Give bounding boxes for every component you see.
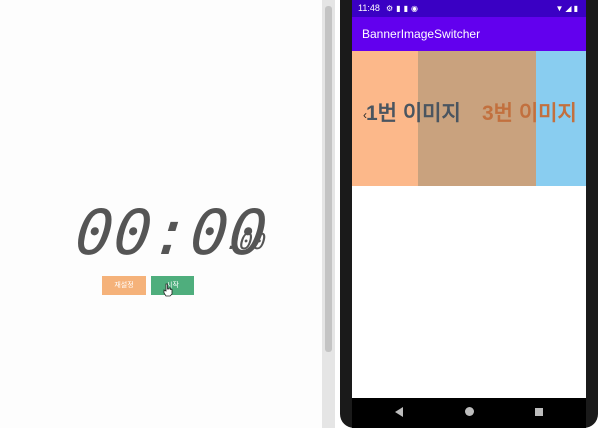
timer-centiseconds: .00 [224,230,268,255]
banner-prev-arrow-icon[interactable]: ‹ [363,109,367,121]
banner-slide-1-text: 1번 이미지 [366,102,461,125]
home-icon[interactable] [465,407,474,416]
recents-icon[interactable] [535,408,543,416]
scrollbar-thumb[interactable] [325,6,332,352]
banner-slide-3-text: 3번 이미지 [482,102,577,125]
hand-cursor-icon [163,283,173,297]
back-icon[interactable] [395,407,403,417]
banner-image-switcher[interactable]: 1번 이미지 3번 이미지 ‹ [352,51,586,186]
timer-display: 00:00 .00 [72,196,306,269]
wifi-battery-icons: ▼◢▮ [555,4,580,13]
status-time: 11:48 [358,3,380,13]
android-nav-bar [352,398,586,428]
phone-screen: 11:48 ⚙▮▮◉ ▼◢▮ BannerImageSwitcher 1번 이미… [352,0,586,398]
vertical-scrollbar[interactable] [322,0,335,428]
app-bar-title: BannerImageSwitcher [352,17,586,51]
status-notification-icons: ⚙▮▮◉ [386,4,421,13]
status-bar: 11:48 ⚙▮▮◉ ▼◢▮ [352,0,586,17]
stopwatch-page: 00:00 .00 재설정 시작 [0,0,322,428]
reset-button[interactable]: 재설정 [102,276,146,295]
